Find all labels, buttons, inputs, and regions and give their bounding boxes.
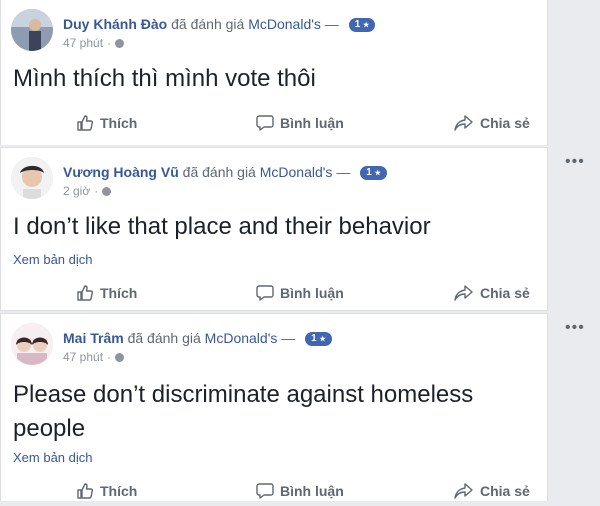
share-label: Chia sẻ <box>480 483 530 499</box>
like-label: Thích <box>100 483 138 499</box>
review-post: Duy Khánh Đào đã đánh giá McDonald's — 1… <box>0 0 548 145</box>
globe-icon <box>115 353 125 362</box>
like-label: Thích <box>100 115 138 131</box>
star-icon: ★ <box>363 22 370 30</box>
author-name[interactable]: Vương Hoàng Vũ <box>63 164 179 180</box>
review-text: Mình thích thì mình vote thôi <box>13 65 316 92</box>
separator: · <box>94 184 99 198</box>
comment-label: Bình luận <box>280 115 344 131</box>
page-name[interactable]: McDonald's <box>248 16 321 32</box>
rating-value: 1 <box>354 19 361 31</box>
avatar[interactable] <box>11 157 53 199</box>
rating-badge: 1 ★ <box>348 18 376 33</box>
post-meta: Mai Trâm đã đánh giá McDonald's — 1 ★ 47… <box>63 329 332 365</box>
comment-label: Bình luận <box>280 483 344 499</box>
author-name[interactable]: Mai Trâm <box>63 330 124 346</box>
see-translation-link[interactable]: Xem bản dịch <box>13 450 93 465</box>
share-button[interactable]: Chia sẻ <box>454 108 530 138</box>
share-label: Chia sẻ <box>480 115 530 131</box>
comment-label: Bình luận <box>280 285 344 301</box>
like-button[interactable]: Thích <box>76 278 137 308</box>
share-arrow-icon <box>454 285 473 301</box>
page-name[interactable]: McDonald's <box>260 164 333 180</box>
post-meta: Duy Khánh Đào đã đánh giá McDonald's — 1… <box>63 15 376 51</box>
star-icon: ★ <box>374 170 381 178</box>
separator: · <box>107 350 112 364</box>
dash: — <box>324 16 339 32</box>
comment-button[interactable]: Bình luận <box>256 108 344 138</box>
thumbs-up-icon <box>77 483 94 499</box>
thumbs-up-icon <box>77 285 94 301</box>
like-button[interactable]: Thích <box>76 476 137 506</box>
share-arrow-icon <box>454 483 473 499</box>
rating-badge: 1 ★ <box>360 166 387 181</box>
action-bar: Thích Bình luận Chia sẻ <box>1 278 547 308</box>
share-button[interactable]: Chia sẻ <box>454 278 530 308</box>
action-bar: Thích Bình luận Chia sẻ <box>1 108 547 138</box>
post-time[interactable]: 47 phút <box>63 36 103 50</box>
avatar[interactable] <box>11 9 53 51</box>
thumbs-up-icon <box>77 115 94 131</box>
rating-badge: 1 ★ <box>305 332 332 347</box>
dash: — <box>281 330 296 346</box>
rating-value: 1 <box>366 167 372 179</box>
more-options-icon[interactable]: ••• <box>565 320 589 338</box>
more-options-icon[interactable]: ••• <box>565 154 589 172</box>
comment-bubble-icon <box>256 115 274 131</box>
action-bar: Thích Bình luận Chia sẻ <box>1 476 547 506</box>
see-translation-link[interactable]: Xem bản dịch <box>13 252 93 267</box>
author-name[interactable]: Duy Khánh Đào <box>63 16 167 32</box>
share-label: Chia sẻ <box>480 285 530 301</box>
review-action-text: đã đánh giá <box>171 16 245 32</box>
post-time[interactable]: 47 phút <box>63 350 103 364</box>
like-label: Thích <box>100 285 138 301</box>
globe-icon <box>115 39 125 48</box>
share-arrow-icon <box>454 115 473 131</box>
globe-icon <box>102 187 112 196</box>
dash: — <box>336 164 351 180</box>
comment-bubble-icon <box>256 483 274 499</box>
review-action-text: đã đánh giá <box>182 164 256 180</box>
post-meta: Vương Hoàng Vũ đã đánh giá McDonald's — … <box>63 163 387 199</box>
comment-button[interactable]: Bình luận <box>256 278 344 308</box>
review-text: Please don’t discriminate against homele… <box>13 381 474 442</box>
share-button[interactable]: Chia sẻ <box>454 476 530 506</box>
comment-button[interactable]: Bình luận <box>256 476 344 506</box>
star-icon: ★ <box>319 336 326 344</box>
like-button[interactable]: Thích <box>76 108 137 138</box>
review-action-text: đã đánh giá <box>127 330 201 346</box>
rating-value: 1 <box>311 333 317 345</box>
review-post: ••• Vương Hoàng Vũ đã đánh giá McDonald'… <box>0 147 584 311</box>
reviews-feed: Duy Khánh Đào đã đánh giá McDonald's — 1… <box>0 0 600 501</box>
review-text: I don’t like that place and their behavi… <box>13 213 431 240</box>
page-name[interactable]: McDonald's <box>205 330 278 346</box>
comment-bubble-icon <box>256 285 274 301</box>
review-post: ••• Mai Trâm đã đánh giá McDonald's — 1 … <box>0 313 584 501</box>
post-time[interactable]: 2 giờ <box>63 184 90 198</box>
separator: · <box>107 36 112 50</box>
avatar[interactable] <box>11 323 53 365</box>
